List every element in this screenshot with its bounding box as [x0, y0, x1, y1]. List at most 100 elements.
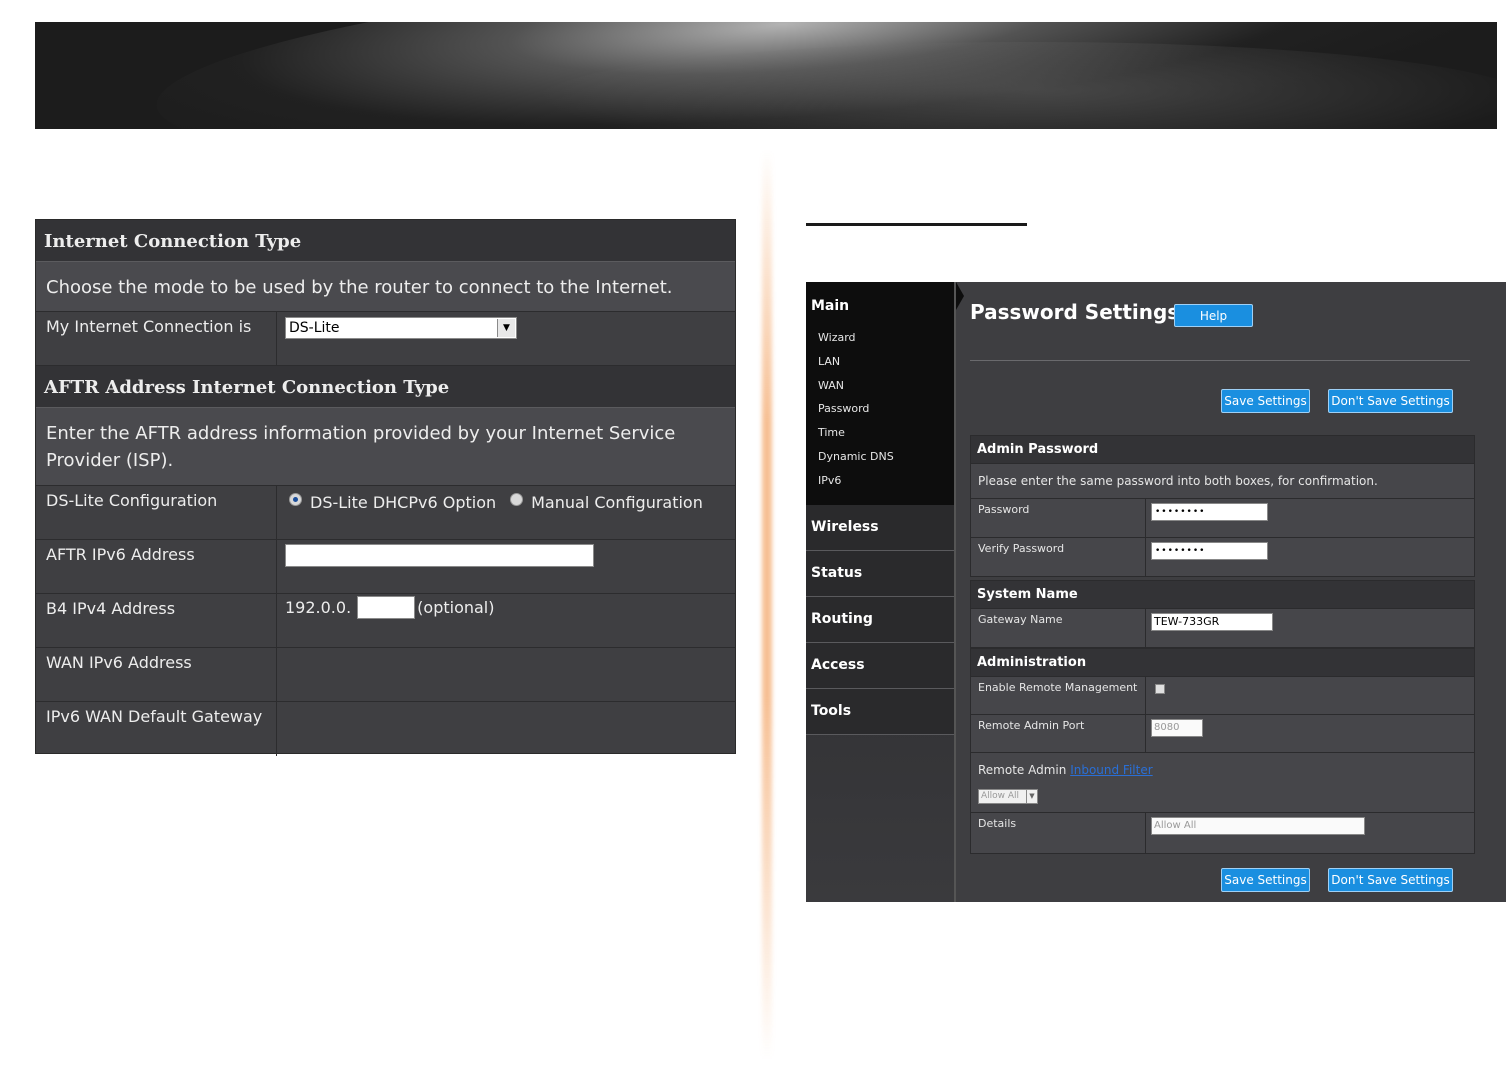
ipv6-gateway-label: IPv6 WAN Default Gateway: [36, 702, 277, 756]
sidebar-item-dynamic-dns[interactable]: Dynamic DNS: [806, 445, 954, 469]
details-row: Details Allow All: [971, 813, 1474, 853]
sidebar-category-tools[interactable]: Tools: [806, 689, 954, 735]
remote-admin-filter-row: Remote Admin Inbound Filter Allow All ▼: [971, 753, 1474, 813]
b4-ipv4-optional: (optional): [417, 598, 495, 617]
internet-connection-header: Internet Connection Type: [36, 220, 735, 262]
wan-ipv6-label: WAN IPv6 Address: [36, 648, 277, 701]
page-title: Password Settings: [970, 300, 1180, 324]
help-button[interactable]: Help: [1174, 304, 1253, 327]
connection-type-label: My Internet Connection is: [36, 312, 277, 365]
dont-save-settings-button-bottom[interactable]: Don't Save Settings: [1328, 868, 1453, 892]
password-row: Password ••••••••: [971, 499, 1474, 538]
inbound-filter-link[interactable]: Inbound Filter: [1070, 763, 1152, 777]
internet-connection-description: Choose the mode to be used by the router…: [36, 262, 735, 312]
aftr-ipv6-cell: [277, 540, 735, 593]
b4-ipv4-input[interactable]: [357, 596, 416, 619]
remote-port-input[interactable]: 8080: [1151, 719, 1203, 737]
gateway-name-row: Gateway Name TEW-733GR: [971, 609, 1474, 647]
administration-block: Administration Enable Remote Management …: [970, 648, 1475, 854]
sidebar-main-section: Main Wizard LAN WAN Password Time Dynami…: [806, 282, 954, 505]
aftr-ipv6-label: AFTR IPv6 Address: [36, 540, 277, 593]
b4-ipv4-cell: 192.0.0. (optional): [277, 594, 735, 622]
remote-port-row: Remote Admin Port 8080: [971, 715, 1474, 753]
remote-management-row: Enable Remote Management: [971, 677, 1474, 715]
verify-password-cell: ••••••••: [1146, 538, 1474, 576]
password-input[interactable]: ••••••••: [1151, 503, 1268, 521]
wan-ipv6-value: [277, 648, 735, 701]
b4-ipv4-prefix: 192.0.0.: [285, 598, 352, 617]
admin-password-note: Please enter the same password into both…: [971, 464, 1474, 499]
aftr-ipv6-row: AFTR IPv6 Address: [36, 540, 735, 594]
ipv6-gateway-row: IPv6 WAN Default Gateway: [36, 702, 735, 756]
save-settings-button-bottom[interactable]: Save Settings: [1221, 868, 1310, 892]
inbound-filter-selected: Allow All: [981, 791, 1020, 801]
aftr-header: AFTR Address Internet Connection Type: [36, 366, 735, 408]
remote-management-cell: [1146, 677, 1474, 714]
connection-type-row: My Internet Connection is DS-Lite ▼: [36, 312, 735, 366]
dhcpv6-option-radio[interactable]: [289, 493, 302, 506]
details-cell: Allow All: [1146, 813, 1474, 853]
remote-management-label: Enable Remote Management: [971, 677, 1146, 714]
inbound-filter-select-wrap: Allow All ▼: [978, 783, 1467, 804]
remote-admin-text: Remote Admin: [978, 763, 1067, 777]
verify-password-input[interactable]: ••••••••: [1151, 542, 1268, 560]
manual-config-label: Manual Configuration: [531, 493, 703, 512]
sidebar-item-lan[interactable]: LAN: [806, 350, 954, 374]
inbound-filter-select[interactable]: Allow All ▼: [978, 788, 1038, 804]
main-content: Password Settings Help Save Settings Don…: [970, 282, 1506, 902]
sidebar-category-routing[interactable]: Routing: [806, 597, 954, 643]
admin-password-block: Admin Password Please enter the same pas…: [970, 435, 1475, 577]
remote-port-cell: 8080: [1146, 715, 1474, 752]
router-admin-ui: Main Wizard LAN WAN Password Time Dynami…: [806, 282, 1506, 902]
dont-save-settings-button-top[interactable]: Don't Save Settings: [1328, 389, 1453, 413]
gateway-name-input[interactable]: TEW-733GR: [1151, 613, 1273, 631]
section-heading-rule: [806, 223, 1027, 226]
system-name-block: System Name Gateway Name TEW-733GR: [970, 580, 1475, 648]
sidebar-category-access[interactable]: Access: [806, 643, 954, 689]
sidebar-item-time[interactable]: Time: [806, 421, 954, 445]
save-settings-button-top[interactable]: Save Settings: [1221, 389, 1310, 413]
chevron-down-icon: ▼: [1026, 789, 1037, 803]
gateway-name-cell: TEW-733GR: [1146, 609, 1474, 647]
page-divider: [762, 150, 772, 1060]
dslite-config-label: DS-Lite Configuration: [36, 486, 277, 539]
aftr-description: Enter the AFTR address information provi…: [36, 408, 735, 486]
gateway-name-label: Gateway Name: [971, 609, 1146, 647]
sidebar-main-heading[interactable]: Main: [806, 298, 954, 314]
details-input[interactable]: Allow All: [1151, 817, 1365, 835]
system-name-header: System Name: [971, 581, 1474, 609]
sidebar-item-password[interactable]: Password: [806, 397, 954, 421]
details-label: Details: [971, 813, 1146, 853]
internet-connection-panel: Internet Connection Type Choose the mode…: [35, 219, 736, 756]
connection-type-select[interactable]: DS-Lite ▼: [285, 317, 517, 339]
sidebar-item-ipv6[interactable]: IPv6: [806, 469, 954, 493]
connection-type-selected: DS-Lite: [289, 320, 340, 336]
sidebar-category-wireless[interactable]: Wireless: [806, 505, 954, 551]
password-label: Password: [971, 499, 1146, 537]
remote-admin-line: Remote Admin Inbound Filter: [978, 763, 1467, 777]
top-banner: [35, 22, 1497, 129]
b4-ipv4-label: B4 IPv4 Address: [36, 594, 277, 647]
remote-management-checkbox[interactable]: [1155, 684, 1165, 694]
connection-type-cell: DS-Lite ▼: [277, 312, 735, 365]
manual-config-radio[interactable]: [510, 493, 524, 506]
title-divider: [970, 360, 1470, 361]
sidebar-item-wizard[interactable]: Wizard: [806, 326, 954, 350]
b4-ipv4-row: B4 IPv4 Address 192.0.0. (optional): [36, 594, 735, 648]
sidebar: Main Wizard LAN WAN Password Time Dynami…: [806, 282, 956, 902]
dhcpv6-option-label: DS-Lite DHCPv6 Option: [310, 493, 497, 512]
ipv6-gateway-value: [277, 702, 735, 756]
dslite-config-row: DS-Lite Configuration DS-Lite DHCPv6 Opt…: [36, 486, 735, 540]
admin-password-header: Admin Password: [971, 436, 1474, 464]
remote-port-label: Remote Admin Port: [971, 715, 1146, 752]
verify-password-label: Verify Password: [971, 538, 1146, 576]
administration-header: Administration: [971, 649, 1474, 677]
wan-ipv6-row: WAN IPv6 Address: [36, 648, 735, 702]
sidebar-category-status[interactable]: Status: [806, 551, 954, 597]
chevron-down-icon: ▼: [497, 319, 515, 337]
password-cell: ••••••••: [1146, 499, 1474, 537]
sidebar-item-wan[interactable]: WAN: [806, 374, 954, 398]
dslite-config-options: DS-Lite DHCPv6 Option Manual Configurati…: [277, 486, 735, 539]
verify-password-row: Verify Password ••••••••: [971, 538, 1474, 576]
aftr-ipv6-input[interactable]: [285, 544, 594, 567]
